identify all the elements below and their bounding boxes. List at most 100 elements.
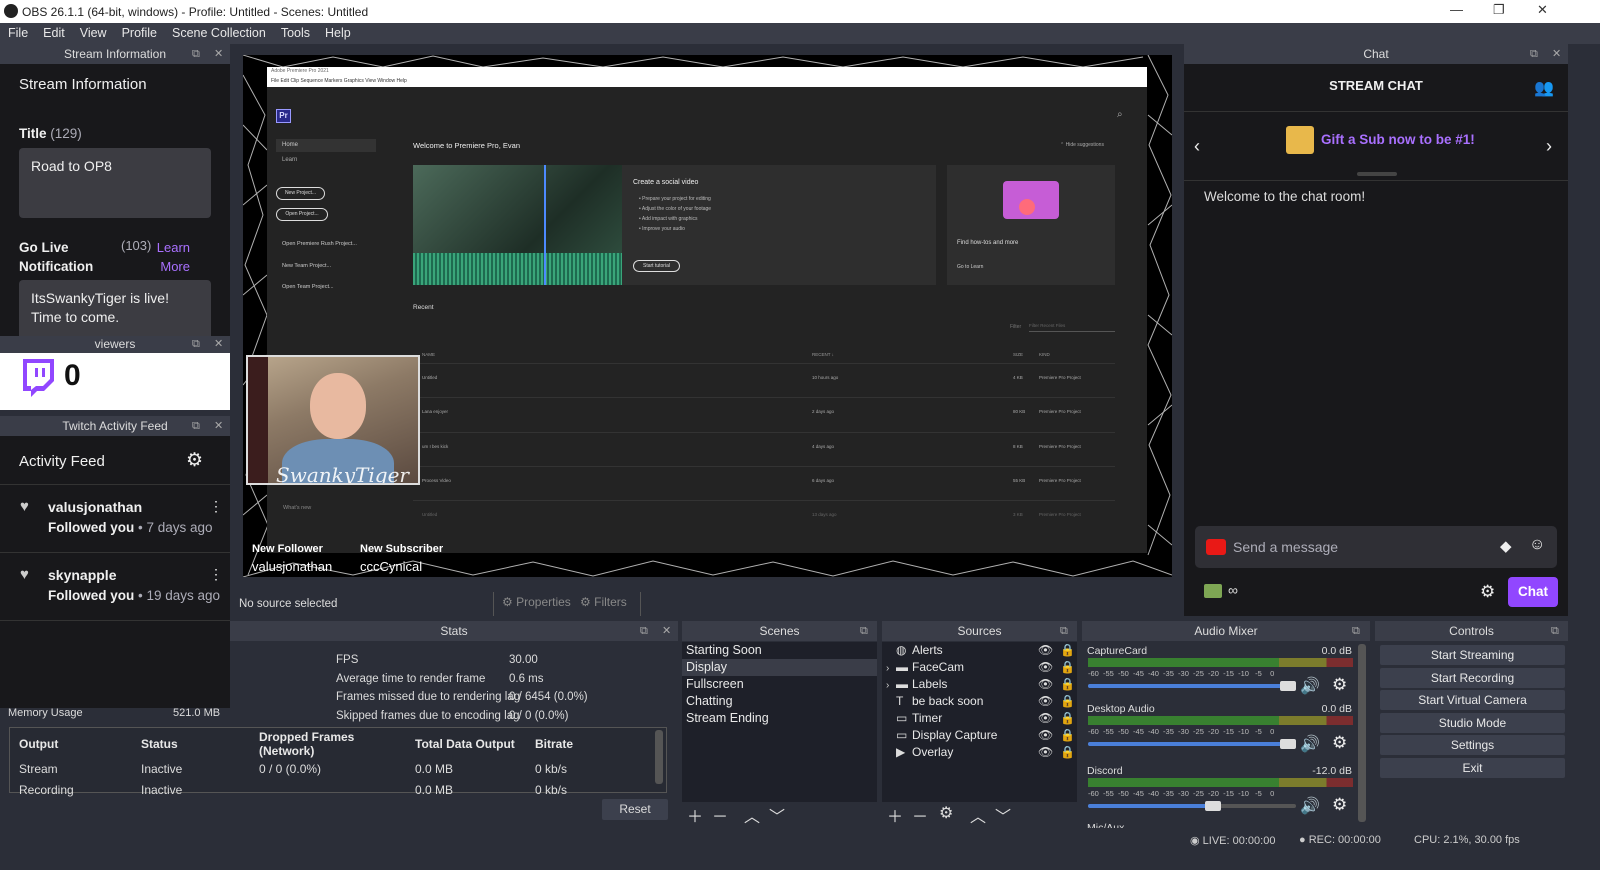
source-item[interactable]: ▭ Timer 👁 🔒 xyxy=(882,710,1077,727)
visibility-eye-icon[interactable]: 👁 xyxy=(1038,659,1053,676)
emote-icon[interactable]: ☺ xyxy=(1529,536,1545,554)
menu-profile[interactable]: Profile xyxy=(114,23,164,40)
start-virtual-camera-button[interactable]: Start Virtual Camera xyxy=(1380,690,1565,710)
source-item[interactable]: Tbe back soon 👁 🔒 xyxy=(882,693,1077,710)
chevron-right-icon[interactable]: › xyxy=(1546,136,1552,157)
move-up-icon[interactable]: ︿ xyxy=(744,803,760,827)
move-up-icon[interactable]: ︿ xyxy=(970,803,986,827)
menu-help[interactable]: Help xyxy=(317,23,358,40)
lock-icon[interactable]: 🔒 xyxy=(1060,642,1075,659)
visibility-eye-icon[interactable]: 👁 xyxy=(1038,727,1053,744)
source-item[interactable]: ◍ Alerts 👁 🔒 xyxy=(882,642,1077,659)
scene-item[interactable]: Chatting xyxy=(682,693,877,710)
close-icon[interactable]: ✕ xyxy=(1552,44,1561,64)
lock-icon[interactable]: 🔒 xyxy=(1060,676,1075,693)
float-icon[interactable]: ⧉ xyxy=(640,621,648,641)
gear-icon[interactable]: ⚙ xyxy=(1480,582,1495,602)
settings-button[interactable]: Settings xyxy=(1380,735,1565,755)
float-icon[interactable]: ⧉ xyxy=(1352,621,1360,641)
lock-icon[interactable]: 🔒 xyxy=(1060,727,1075,744)
float-icon[interactable]: ⧉ xyxy=(860,621,868,641)
social-video-card: Create a social video • Prepare your pro… xyxy=(413,165,936,285)
title-input[interactable]: Road to OP8 xyxy=(19,148,211,218)
preview-canvas[interactable]: Adobe Premiere Pro 2021 File Edit Clip S… xyxy=(243,55,1172,577)
float-icon[interactable]: ⧉ xyxy=(192,44,200,64)
reset-button[interactable]: Reset xyxy=(602,799,668,820)
visibility-eye-icon[interactable]: 👁 xyxy=(1038,693,1053,710)
scrollbar[interactable] xyxy=(1358,644,1366,822)
menu-edit[interactable]: Edit xyxy=(35,23,72,40)
channel-points-icon[interactable] xyxy=(1204,584,1222,598)
start-streaming-button[interactable]: Start Streaming xyxy=(1380,645,1565,665)
lock-icon[interactable]: 🔒 xyxy=(1060,710,1075,727)
float-icon[interactable]: ⧉ xyxy=(1551,621,1559,641)
start-recording-button[interactable]: Start Recording xyxy=(1380,668,1565,688)
visibility-eye-icon[interactable]: 👁 xyxy=(1038,710,1053,727)
menu-tools[interactable]: Tools xyxy=(273,23,317,40)
menu-view[interactable]: View xyxy=(72,23,114,40)
gear-icon[interactable]: ⚙ xyxy=(1332,733,1347,753)
volume-slider-knob[interactable] xyxy=(1280,681,1296,691)
minimize-icon[interactable]: — xyxy=(1450,2,1463,17)
scene-item[interactable]: Display xyxy=(682,659,877,676)
menu-scene-collection[interactable]: Scene Collection xyxy=(164,23,273,40)
close-icon[interactable]: ✕ xyxy=(214,416,223,436)
scene-item[interactable]: Fullscreen xyxy=(682,676,877,693)
menu-file[interactable]: File xyxy=(0,23,35,40)
speaker-icon[interactable]: 🔊 xyxy=(1300,734,1320,754)
lock-icon[interactable]: 🔒 xyxy=(1060,659,1075,676)
volume-slider-knob[interactable] xyxy=(1280,739,1296,749)
scrollbar[interactable] xyxy=(655,730,663,784)
close-icon[interactable]: ✕ xyxy=(662,621,671,641)
add-icon[interactable]: ＋ xyxy=(887,803,903,827)
more-icon[interactable]: ⋮ xyxy=(209,566,223,583)
source-item[interactable]: › ▬ Labels 👁 🔒 xyxy=(882,676,1077,693)
expand-icon[interactable]: › xyxy=(886,660,896,677)
lock-icon[interactable]: 🔒 xyxy=(1060,744,1075,761)
close-icon[interactable]: ✕ xyxy=(214,336,223,353)
scene-item[interactable]: Stream Ending xyxy=(682,710,877,727)
move-down-icon[interactable]: ﹀ xyxy=(995,803,1011,827)
float-icon[interactable]: ⧉ xyxy=(192,336,200,353)
float-icon[interactable]: ⧉ xyxy=(1060,621,1068,641)
bits-icon[interactable]: ◆ xyxy=(1500,537,1512,555)
close-icon[interactable]: ✕ xyxy=(1537,2,1548,18)
studio-mode-button[interactable]: Studio Mode xyxy=(1380,713,1565,733)
chevron-left-icon[interactable]: ‹ xyxy=(1194,136,1200,157)
chat-send-button[interactable]: Chat xyxy=(1508,577,1558,607)
filters-button[interactable]: ⚙ Filters xyxy=(580,595,627,609)
speaker-icon[interactable]: 🔊 xyxy=(1300,676,1320,696)
float-icon[interactable]: ⧉ xyxy=(1530,44,1538,64)
remove-icon[interactable]: － xyxy=(712,803,728,827)
lock-icon[interactable]: 🔒 xyxy=(1060,693,1075,710)
gift-sub-banner[interactable]: Gift a Sub now to be #1! xyxy=(1321,132,1475,147)
gear-icon[interactable]: ⚙ xyxy=(939,803,953,823)
float-icon[interactable]: ⧉ xyxy=(192,416,200,436)
users-icon[interactable]: 👥 xyxy=(1534,78,1554,98)
volume-slider-knob[interactable] xyxy=(1205,801,1221,811)
restore-icon[interactable]: ❐ xyxy=(1493,2,1505,18)
chat-input[interactable]: Send a message ◆ ☺ xyxy=(1195,526,1557,568)
scene-item[interactable]: Starting Soon xyxy=(682,642,877,659)
visibility-eye-icon[interactable]: 👁 xyxy=(1038,676,1053,693)
learn-more-link[interactable]: Learn More xyxy=(150,238,190,276)
add-icon[interactable]: ＋ xyxy=(687,803,703,827)
gear-icon[interactable]: ⚙ xyxy=(1332,795,1347,815)
source-item[interactable]: ▶ Overlay 👁 🔒 xyxy=(882,744,1077,761)
golive-input[interactable]: ItsSwankyTiger is live! Time to come. xyxy=(19,280,211,336)
source-item[interactable]: ▭ Display Capture 👁 🔒 xyxy=(882,727,1077,744)
globe-icon: ◍ xyxy=(896,643,907,657)
visibility-eye-icon[interactable]: 👁 xyxy=(1038,744,1053,761)
more-icon[interactable]: ⋮ xyxy=(209,498,223,515)
expand-icon[interactable]: › xyxy=(886,677,896,694)
gear-icon[interactable]: ⚙ xyxy=(1332,675,1347,695)
move-down-icon[interactable]: ﹀ xyxy=(769,803,785,827)
gear-icon[interactable]: ⚙ xyxy=(186,449,203,472)
visibility-eye-icon[interactable]: 👁 xyxy=(1038,642,1053,659)
source-item[interactable]: › ▬ FaceCam 👁 🔒 xyxy=(882,659,1077,676)
properties-button[interactable]: ⚙ Properties xyxy=(502,595,571,609)
close-icon[interactable]: ✕ xyxy=(214,44,223,64)
remove-icon[interactable]: － xyxy=(912,803,928,827)
exit-button[interactable]: Exit xyxy=(1380,758,1565,778)
speaker-icon[interactable]: 🔊 xyxy=(1300,796,1320,816)
